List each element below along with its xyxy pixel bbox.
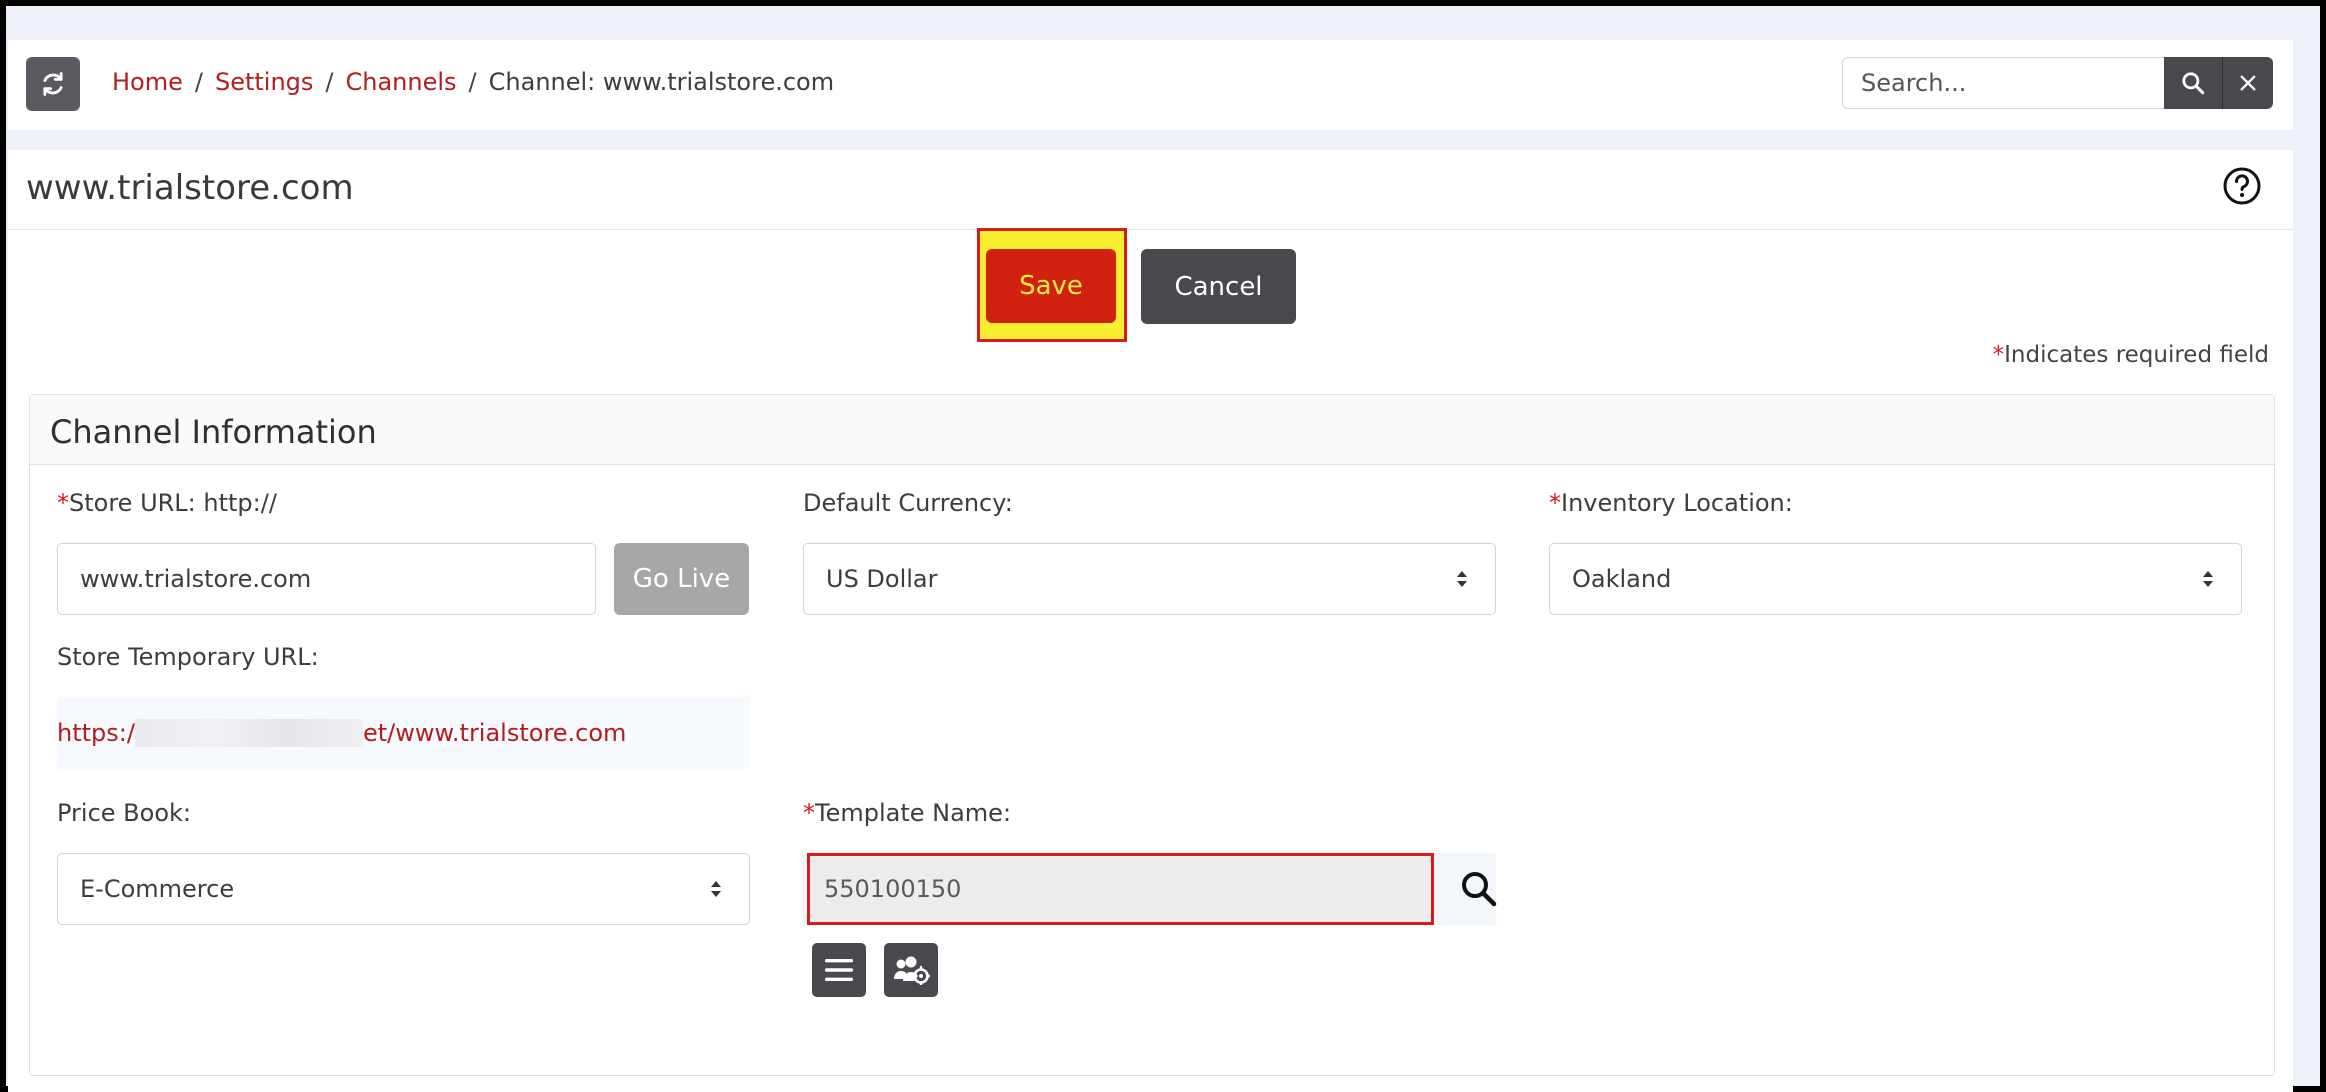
required-star: * — [1992, 342, 2005, 368]
search-bar — [1842, 57, 2273, 109]
breadcrumb-separator: / — [194, 68, 203, 96]
main-panel: www.trialstore.com Save Cancel *Indicate… — [8, 150, 2293, 1092]
breadcrumb-separator: / — [468, 68, 477, 96]
inventory-location-label-text: Inventory Location: — [1561, 489, 1793, 517]
temp-url-suffix: et/www.trialstore.com — [362, 719, 627, 747]
required-star: * — [1549, 489, 1561, 517]
price-book-label: Price Book: — [57, 799, 191, 827]
required-note-text: Indicates required field — [2004, 342, 2269, 368]
template-users-settings-button[interactable] — [884, 943, 938, 997]
menu-lines-icon — [825, 959, 853, 981]
select-arrows-icon — [711, 881, 721, 897]
temp-url-link[interactable]: https:/ et/www.trialstore.com — [57, 719, 626, 747]
card-header: Channel Information — [30, 395, 2274, 465]
title-divider — [8, 229, 2293, 230]
select-arrows-icon — [2203, 571, 2213, 587]
inventory-location-value: Oakland — [1572, 565, 1672, 593]
temp-url-label: Store Temporary URL: — [57, 643, 319, 671]
template-name-label-text: Template Name: — [815, 799, 1012, 827]
window-frame-left — [0, 0, 6, 1092]
card-title: Channel Information — [50, 413, 377, 451]
refresh-button[interactable] — [26, 57, 80, 111]
window-frame-top — [0, 0, 2326, 6]
required-field-note: *Indicates required field — [1993, 342, 2269, 368]
search-input[interactable] — [1842, 57, 2164, 109]
close-icon — [2240, 75, 2256, 91]
page-title: www.trialstore.com — [26, 168, 354, 208]
inventory-location-select[interactable]: Oakland — [1549, 543, 2242, 615]
temp-url-box: https:/ et/www.trialstore.com — [57, 697, 750, 769]
temp-url-prefix: https:/ — [57, 719, 135, 747]
price-book-value: E-Commerce — [80, 875, 235, 903]
cancel-button[interactable]: Cancel — [1141, 249, 1296, 324]
breadcrumb-settings[interactable]: Settings — [215, 68, 313, 96]
store-url-input[interactable]: www.trialstore.com — [57, 543, 596, 615]
save-button[interactable]: Save — [986, 249, 1116, 323]
store-url-label: *Store URL: http:// — [57, 489, 277, 517]
select-arrows-icon — [1457, 571, 1467, 587]
template-name-label: *Template Name: — [803, 799, 1011, 827]
inventory-location-label: *Inventory Location: — [1549, 489, 1793, 517]
users-cog-icon — [894, 956, 930, 985]
required-star: * — [803, 799, 815, 827]
channel-information-card: Channel Information *Store URL: http:// … — [29, 394, 2275, 1076]
breadcrumb: Home / Settings / Channels / Channel: ww… — [112, 68, 834, 96]
breadcrumb-current: Channel: www.trialstore.com — [488, 68, 835, 96]
default-currency-label: Default Currency: — [803, 489, 1013, 517]
go-live-button[interactable]: Go Live — [614, 543, 749, 615]
template-list-button[interactable] — [812, 943, 866, 997]
breadcrumb-separator: / — [325, 68, 334, 96]
help-button[interactable] — [2222, 166, 2262, 210]
default-currency-select[interactable]: US Dollar — [803, 543, 1496, 615]
search-button[interactable] — [2164, 57, 2222, 109]
template-name-input[interactable]: 550100150 — [807, 853, 1434, 925]
top-bar: Home / Settings / Channels / Channel: ww… — [8, 40, 2293, 130]
store-url-label-text: Store URL: http:// — [69, 489, 277, 517]
breadcrumb-home[interactable]: Home — [112, 68, 183, 96]
refresh-icon — [43, 72, 63, 96]
question-circle-icon — [2223, 167, 2261, 205]
breadcrumb-channels[interactable]: Channels — [346, 68, 457, 96]
template-name-group: 550100150 — [803, 853, 1499, 925]
search-icon — [2182, 72, 2205, 95]
redacted-segment — [134, 719, 363, 747]
required-star: * — [57, 489, 69, 517]
clear-search-button[interactable] — [2222, 57, 2273, 109]
template-lookup-button[interactable] — [1459, 869, 1499, 913]
price-book-select[interactable]: E-Commerce — [57, 853, 750, 925]
search-icon — [1462, 872, 1497, 907]
default-currency-value: US Dollar — [826, 565, 938, 593]
window-frame-right — [2320, 0, 2326, 1092]
